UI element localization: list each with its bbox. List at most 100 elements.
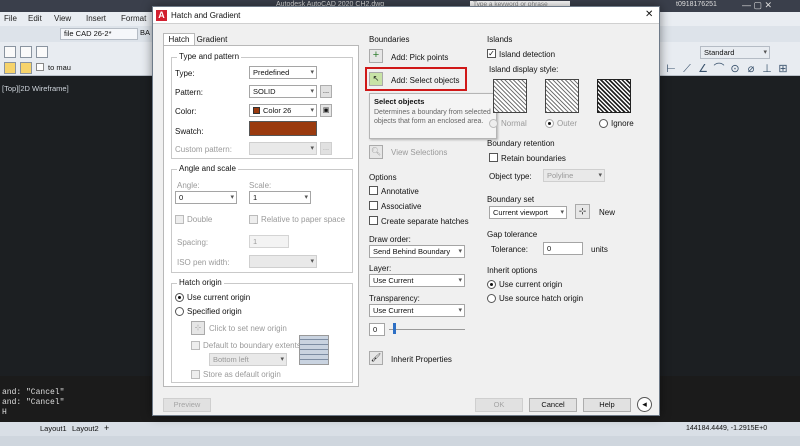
user-name[interactable]: t0918176251 [676,1,717,8]
menu-view[interactable]: View [54,14,71,23]
status-bar [0,436,800,446]
retention-title: Boundary retention [487,139,555,148]
relative-paper-checkbox[interactable] [249,215,258,224]
tolerance-input[interactable]: 0 [543,242,583,255]
menu-format[interactable]: Format [121,14,146,23]
separate-hatches-checkbox[interactable] [369,216,378,225]
color-picker-icon[interactable]: ▣ [320,104,332,117]
specified-origin-radio[interactable] [175,307,184,316]
pattern-value: SOLID [253,87,276,96]
dim-linear-icon[interactable]: ⊢ [664,62,678,76]
spacing-label: Spacing: [177,238,209,247]
pattern-browse-button[interactable]: ... [320,85,332,98]
transparency-slider-track[interactable] [389,329,465,330]
scale-label: Scale: [249,181,272,190]
scale-select[interactable]: 1 ▾ [249,191,311,204]
click-set-origin-label[interactable]: Click to set new origin [209,324,287,333]
tab-layout2[interactable]: Layout2 [72,424,99,433]
draw-order-select[interactable]: Send Behind Boundary ▾ [369,245,465,258]
menu-edit[interactable]: Edit [28,14,42,23]
print-icon[interactable] [36,46,48,58]
island-normal-radio[interactable] [489,119,498,128]
viewport-label[interactable]: [Top][2D Wireframe] [2,84,69,93]
retain-boundaries-checkbox[interactable] [489,153,498,162]
inherit-current-origin-radio[interactable] [487,280,496,289]
inherit-properties-icon[interactable]: 🖌︎ [369,351,383,365]
boundary-set-select[interactable]: Current viewport ▾ [489,206,567,219]
pick-points-icon[interactable]: + [369,49,383,63]
help-button[interactable]: Help [583,398,631,412]
dim-ordinate-icon[interactable]: ⊥ [760,62,774,76]
layer-icon[interactable] [4,62,16,74]
menu-file[interactable]: File [4,14,17,23]
inherit-options-title: Inherit options [487,266,538,275]
select-objects-button[interactable]: Add: Select objects [391,76,459,85]
tooltip-body: Determines a boundary from selected obje… [374,109,491,125]
custom-pattern-browse-button[interactable]: ... [320,142,332,155]
default-boundary-checkbox[interactable] [191,341,200,350]
inherit-source-origin-radio[interactable] [487,294,496,303]
inherit-properties-button[interactable]: Inherit Properties [391,355,452,364]
dim-arc-icon[interactable]: ⌒ [712,62,726,76]
boundary-position-select[interactable]: Bottom left ▾ [209,353,287,366]
inherit-current-origin-label: Use current origin [499,280,563,289]
island-detection-checkbox[interactable]: ✓ [487,49,496,58]
island-outer-radio[interactable] [545,119,554,128]
collapse-icon[interactable]: ◂ [637,397,652,412]
store-default-checkbox[interactable] [191,370,200,379]
dim-aligned-icon[interactable]: ⟋ [680,62,694,76]
file-tab[interactable]: file CAD 26-2* [60,28,138,40]
double-checkbox[interactable] [175,215,184,224]
annotative-checkbox[interactable] [369,186,378,195]
menu-insert[interactable]: Insert [86,14,106,23]
island-ignore-icon[interactable] [597,79,631,113]
group-title: Type and pattern [177,52,242,61]
ok-button[interactable]: OK [475,398,523,412]
angle-select[interactable]: 0 ▾ [175,191,237,204]
save-icon[interactable] [4,46,16,58]
pattern-select[interactable]: SOLID ▾ [249,85,317,98]
spacing-input[interactable]: 1 [249,235,289,248]
dim-angular-icon[interactable]: ∠ [696,62,710,76]
island-ignore-radio[interactable] [599,119,608,128]
transparency-slider-thumb[interactable] [393,323,396,334]
close-icon[interactable]: ✕ [645,9,653,20]
island-normal-icon[interactable] [493,79,527,113]
add-layout-button[interactable]: + [104,423,109,433]
cancel-button[interactable]: Cancel [529,398,577,412]
dim-diameter-icon[interactable]: ⌀ [744,62,758,76]
object-type-select[interactable]: Polyline ▾ [543,169,605,182]
swatch-preview[interactable] [249,121,317,136]
custom-pattern-select[interactable]: ▾ [249,142,317,155]
view-selections-icon[interactable]: 🔍︎ [369,145,383,159]
tab-layout1[interactable]: Layout1 [40,424,67,433]
layer-name[interactable]: to mau [48,63,71,72]
transparency-input[interactable]: 0 [369,323,385,336]
file-tab-2[interactable]: BA [140,28,152,40]
dim-baseline-icon[interactable]: ⊞ [776,62,790,76]
select-objects-icon[interactable]: ↖ [369,72,383,86]
file-tab-label: file CAD 26-2* [64,29,112,38]
boundaries-title: Boundaries [369,35,410,44]
associative-checkbox[interactable] [369,201,378,210]
iso-pen-select[interactable]: ▾ [249,255,317,268]
layer-state-icon[interactable] [20,62,32,74]
tooltip-title: Select objects [374,97,425,106]
transparency-select[interactable]: Use Current ▾ [369,304,465,317]
dim-radius-icon[interactable]: ⊙ [728,62,742,76]
window-controls[interactable]: — ▢ ✕ [742,0,772,11]
layer-select[interactable]: Use Current ▾ [369,274,465,287]
type-select[interactable]: Predefined ▾ [249,66,317,79]
use-current-origin-radio[interactable] [175,293,184,302]
color-select[interactable]: Color 26 ▾ [249,104,317,117]
new-boundary-set-icon[interactable]: ⊹ [575,204,590,219]
island-outer-icon[interactable] [545,79,579,113]
set-origin-icon[interactable]: ⊹ [191,321,205,335]
dim-style-select[interactable]: Standard ▾ [700,46,770,59]
open-icon[interactable] [20,46,32,58]
preview-button[interactable]: Preview [163,398,211,412]
view-selections-button[interactable]: View Selections [391,148,447,157]
pick-points-button[interactable]: Add: Pick points [391,53,448,62]
transparency-label: Transparency: [369,294,420,303]
angle-label: Angle: [177,181,200,190]
